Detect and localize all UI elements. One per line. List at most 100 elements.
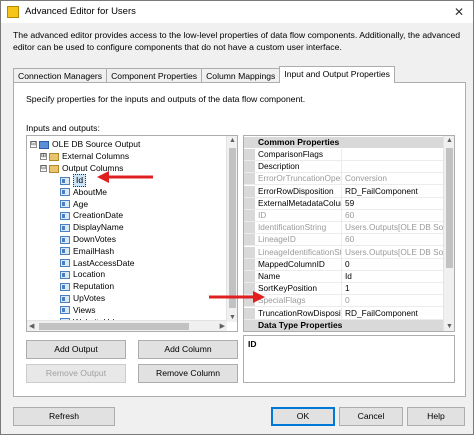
expand-icon[interactable]: ⊞ — [40, 153, 47, 160]
add-output-button[interactable]: Add Output — [26, 340, 126, 359]
category-label: Common Properties — [258, 137, 340, 147]
property-name: ID — [255, 210, 342, 221]
property-row[interactable]: MappedColumnID 0 — [244, 258, 444, 271]
property-row[interactable]: LineageIdentificationStr Users.Outputs[OL… — [244, 246, 444, 259]
tree-horizontal-scrollbar[interactable]: ◀ ▶ — [27, 320, 227, 331]
scroll-thumb[interactable] — [446, 148, 453, 268]
tree-node-column[interactable]: Views — [60, 305, 96, 316]
property-margin — [244, 258, 255, 270]
cancel-button[interactable]: Cancel — [339, 407, 403, 426]
tab-connection-managers[interactable]: Connection Managers — [13, 68, 108, 83]
property-margin — [244, 271, 255, 282]
property-row[interactable]: ErrorRowDisposition RD_FailComponent — [244, 185, 444, 198]
scroll-down-icon[interactable]: ▼ — [446, 323, 453, 330]
property-row[interactable]: SortKeyPosition 1 — [244, 283, 444, 296]
scroll-down-icon[interactable]: ▼ — [229, 314, 236, 321]
scroll-thumb[interactable] — [39, 323, 189, 330]
property-value[interactable] — [342, 149, 444, 160]
property-row[interactable]: ExternalMetadataColum 59 — [244, 197, 444, 210]
column-icon — [60, 176, 70, 185]
scroll-right-icon[interactable]: ▶ — [220, 322, 225, 330]
column-icon — [60, 200, 70, 209]
tree-node-column[interactable]: Id — [60, 174, 87, 187]
property-row[interactable]: ComparisonFlags — [244, 149, 444, 161]
property-row[interactable]: Name Id — [244, 271, 444, 283]
property-value: Users.Outputs[OLE DB Sourc — [345, 222, 444, 233]
category-label: Data Type Properties — [258, 320, 343, 330]
property-row[interactable]: ID 60 — [244, 210, 444, 222]
property-value[interactable]: RD_FailComponent — [342, 308, 444, 319]
tree-node-column[interactable]: EmailHash — [60, 246, 114, 257]
property-row[interactable]: ErrorOrTruncationOpera Conversion — [244, 173, 444, 186]
tree-node-label: CreationDate — [73, 210, 124, 221]
refresh-button[interactable]: Refresh — [13, 407, 115, 426]
tree-node-column[interactable]: Location — [60, 269, 105, 280]
property-name: Name — [255, 271, 342, 282]
category-common-properties[interactable]: Common Properties — [244, 137, 444, 148]
column-icon — [60, 188, 70, 197]
property-margin — [244, 307, 255, 319]
property-grid-scrollbar[interactable]: ▲ ▼ — [443, 136, 454, 331]
scroll-up-icon[interactable]: ▲ — [229, 137, 236, 144]
tree-node-label: Id — [73, 174, 87, 187]
property-value[interactable]: RD_FailComponent — [342, 186, 444, 197]
tree-node-column[interactable]: DisplayName — [60, 222, 124, 233]
property-value: Conversion — [345, 173, 387, 184]
tree-node-root[interactable]: ⊟ OLE DB Source Output — [30, 139, 140, 150]
tab-input-output-properties[interactable]: Input and Output Properties — [279, 66, 395, 83]
property-margin — [244, 234, 255, 246]
tree-node-column[interactable]: Age — [60, 199, 88, 210]
property-value[interactable]: 59 — [342, 198, 444, 209]
tree-node-external-columns[interactable]: ⊞ External Columns — [40, 151, 129, 162]
tree-node-column[interactable]: UpVotes — [60, 293, 105, 304]
column-icon — [60, 270, 70, 279]
property-row[interactable]: SpecialFlags 0 — [244, 295, 444, 308]
window-title: Advanced Editor for Users — [25, 6, 136, 17]
tree-node-label: Age — [73, 198, 89, 209]
property-margin — [244, 173, 255, 185]
scroll-left-icon[interactable]: ◀ — [29, 322, 34, 330]
tree-node-label: Views — [73, 304, 96, 315]
property-row[interactable]: LineageID 60 — [244, 234, 444, 247]
add-column-button[interactable]: Add Column — [138, 340, 238, 359]
close-icon[interactable]: ✕ — [451, 4, 467, 20]
tree-node-column[interactable]: DownVotes — [60, 234, 116, 245]
collapse-icon[interactable]: ⊟ — [30, 141, 37, 148]
property-value[interactable]: Id — [342, 271, 444, 282]
tree-node-column[interactable]: CreationDate — [60, 210, 123, 221]
tab-component-properties[interactable]: Component Properties — [106, 68, 203, 83]
ok-button[interactable]: OK — [271, 407, 335, 426]
column-icon — [60, 306, 70, 315]
tree-node-label: External Columns — [62, 151, 130, 161]
property-grid[interactable]: Common Properties ComparisonFlags Descrip… — [243, 135, 455, 332]
tree-node-column[interactable]: AboutMe — [60, 187, 107, 198]
property-value[interactable]: 1 — [342, 283, 444, 294]
property-margin — [244, 222, 255, 234]
property-value[interactable] — [342, 161, 444, 172]
remove-column-button[interactable]: Remove Column — [138, 364, 238, 383]
property-name: SortKeyPosition — [255, 283, 342, 295]
scroll-up-icon[interactable]: ▲ — [446, 137, 453, 144]
remove-output-button[interactable]: Remove Output — [26, 364, 126, 383]
property-name: ExternalMetadataColum — [255, 197, 342, 209]
property-margin — [244, 246, 255, 258]
column-icon — [60, 247, 70, 256]
scroll-thumb[interactable] — [229, 148, 236, 308]
tree-node-column[interactable]: LastAccessDate — [60, 258, 134, 269]
help-button[interactable]: Help — [407, 407, 465, 426]
property-margin — [244, 210, 255, 221]
collapse-icon[interactable]: ⊟ — [40, 165, 47, 172]
property-row[interactable]: Description — [244, 161, 444, 174]
property-row[interactable]: IdentificationString Users.Outputs[OLE DB… — [244, 222, 444, 235]
property-name: SpecialFlags — [255, 295, 342, 307]
column-icon — [60, 294, 70, 303]
output-icon — [39, 140, 49, 149]
property-value: 60 — [345, 234, 355, 245]
property-row[interactable]: TruncationRowDispositi RD_FailComponent — [244, 307, 444, 320]
category-data-type-properties[interactable]: Data Type Properties — [244, 320, 444, 331]
property-value[interactable]: 0 — [342, 259, 444, 270]
tree-node-column[interactable]: Reputation — [60, 281, 114, 292]
tab-column-mappings[interactable]: Column Mappings — [201, 68, 281, 83]
property-name: LineageID — [255, 234, 342, 246]
property-description-box: ID — [243, 335, 455, 383]
